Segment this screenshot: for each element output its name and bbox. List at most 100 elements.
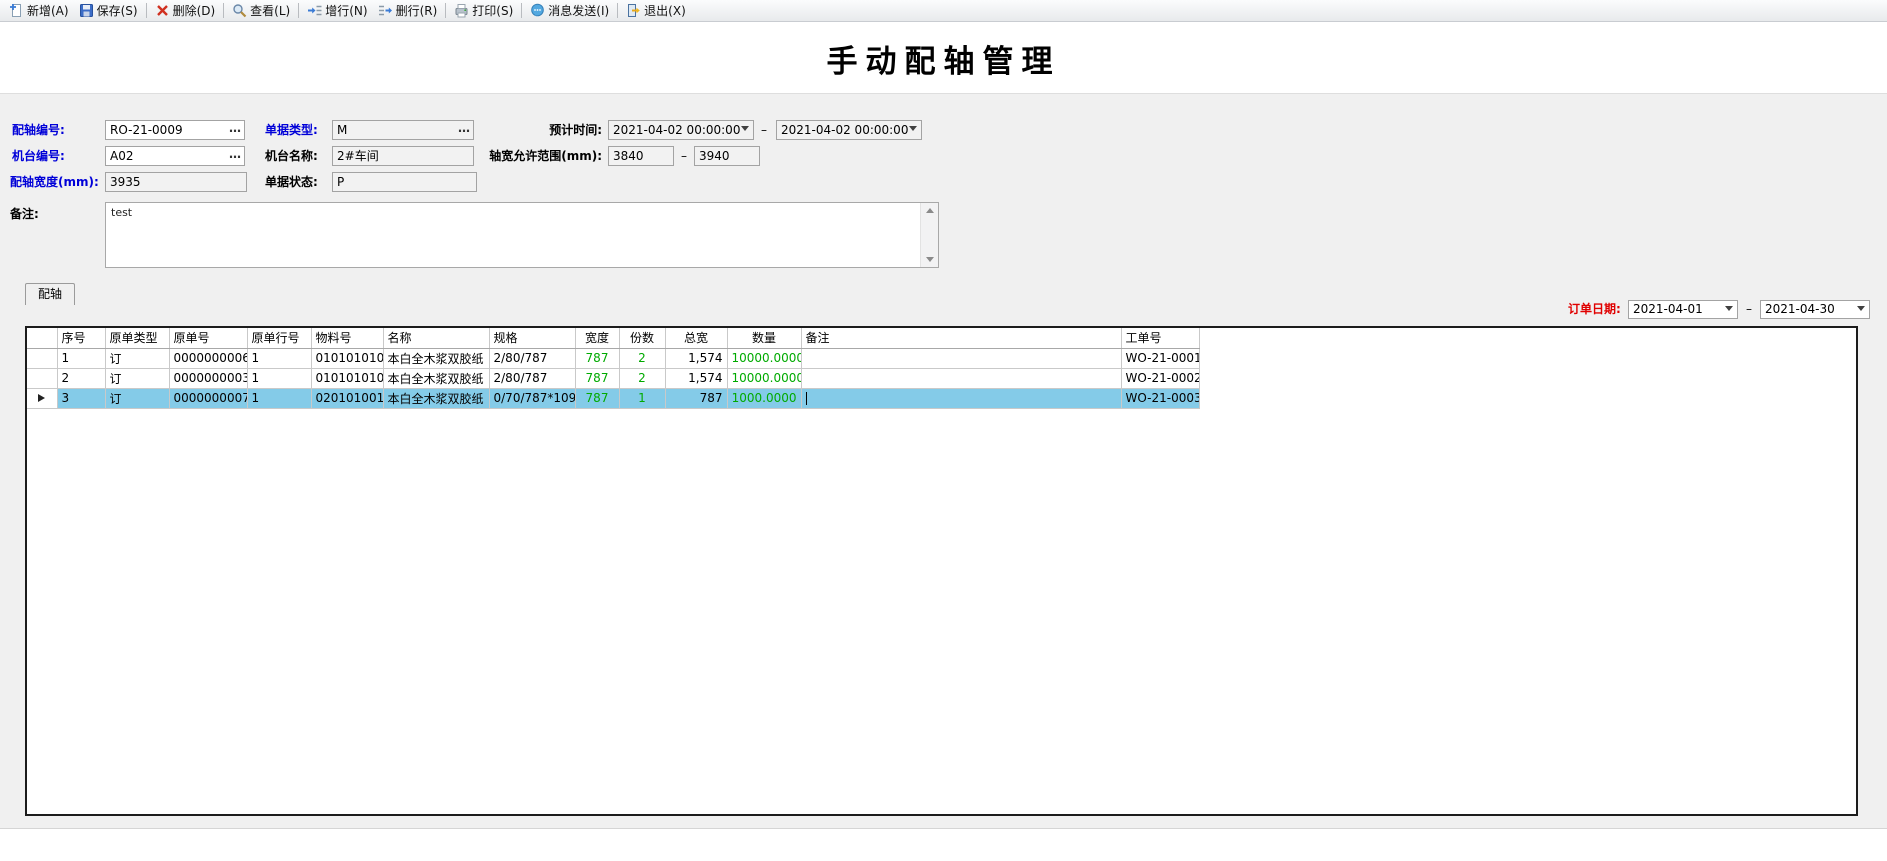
grid-cell[interactable]: 787 bbox=[575, 368, 619, 388]
table-row[interactable]: 3订00000000071020101001本白全木浆双胶纸0/70/787*1… bbox=[27, 388, 1199, 408]
toolbar-button-delete[interactable]: 删除(D) bbox=[150, 1, 221, 20]
toolbar-button-add-row[interactable]: 增行(N) bbox=[302, 1, 372, 20]
grid-cell[interactable]: 0000000006 bbox=[169, 348, 247, 368]
grid-header-cell[interactable]: 宽度 bbox=[575, 328, 619, 348]
grid-cell[interactable]: 1 bbox=[247, 388, 311, 408]
grid-cell[interactable]: 本白全木浆双胶纸 bbox=[383, 388, 489, 408]
toolbar-button-print[interactable]: 打印(S) bbox=[449, 1, 518, 20]
grid-header-cell[interactable]: 序号 bbox=[57, 328, 105, 348]
order-date-from-picker[interactable]: 2021-04-01 bbox=[1628, 300, 1738, 319]
scroll-up-icon[interactable] bbox=[921, 203, 938, 218]
grid-header-cell[interactable]: 规格 bbox=[489, 328, 575, 348]
grid-header-cell[interactable]: 总宽 bbox=[665, 328, 727, 348]
grid-header-cell[interactable]: 工单号 bbox=[1121, 328, 1199, 348]
grid-cell[interactable]: 1,574 bbox=[665, 368, 727, 388]
doc-type-field[interactable]: M … bbox=[332, 120, 474, 140]
grid-cell[interactable] bbox=[801, 368, 1121, 388]
grid-header-cell[interactable]: 备注 bbox=[801, 328, 1121, 348]
machine-no-field[interactable]: A02 … bbox=[105, 146, 245, 166]
grid-cell[interactable]: 787 bbox=[575, 348, 619, 368]
chevron-down-icon[interactable] bbox=[909, 126, 917, 131]
grid-cell[interactable]: 10000.0000 bbox=[727, 348, 801, 368]
tab-peizhou[interactable]: 配轴 bbox=[25, 283, 75, 305]
grid-cell[interactable]: 1,574 bbox=[665, 348, 727, 368]
est-time-from-picker[interactable]: 2021-04-02 00:00:00 bbox=[608, 120, 754, 140]
machine-no-lookup-button[interactable]: … bbox=[229, 146, 242, 163]
grid-cell[interactable]: WO-21-0001 bbox=[1121, 348, 1199, 368]
width-range-max-field[interactable]: 3940 bbox=[694, 146, 760, 166]
machine-name-label: 机台名称: bbox=[265, 146, 318, 166]
grid-header-cell[interactable]: 数量 bbox=[727, 328, 801, 348]
grid-cell[interactable]: 本白全木浆双胶纸 bbox=[383, 368, 489, 388]
grid-cell[interactable]: 0000000007 bbox=[169, 388, 247, 408]
grid-cell[interactable]: 1 bbox=[619, 388, 665, 408]
grid-cell[interactable]: 020101001 bbox=[311, 388, 383, 408]
toolbar-button-save[interactable]: 保存(S) bbox=[74, 1, 143, 20]
chevron-down-icon[interactable] bbox=[1725, 306, 1733, 311]
row-indicator-cell[interactable] bbox=[27, 348, 57, 368]
grid-cell[interactable]: 2 bbox=[619, 368, 665, 388]
grid-header-cell[interactable]: 名称 bbox=[383, 328, 489, 348]
width-range-min-field[interactable]: 3840 bbox=[608, 146, 674, 166]
view-icon bbox=[232, 3, 247, 18]
chevron-down-icon[interactable] bbox=[741, 126, 749, 131]
grid-cell[interactable]: 2/80/787 bbox=[489, 348, 575, 368]
doc-status-field[interactable]: P bbox=[332, 172, 477, 192]
grid-header-cell[interactable]: 原单号 bbox=[169, 328, 247, 348]
toolbar-separator bbox=[445, 3, 446, 18]
grid-header-cell[interactable]: 物料号 bbox=[311, 328, 383, 348]
table-row[interactable]: 2订00000000031010101010本白全木浆双胶纸2/80/78778… bbox=[27, 368, 1199, 388]
doc-type-lookup-button[interactable]: … bbox=[458, 120, 471, 137]
grid-cell[interactable]: 2/80/787 bbox=[489, 368, 575, 388]
grid-cell[interactable]: 787 bbox=[575, 388, 619, 408]
grid-cell[interactable]: 1000.0000 bbox=[727, 388, 801, 408]
grid-cell[interactable] bbox=[801, 348, 1121, 368]
chevron-down-icon[interactable] bbox=[1857, 306, 1865, 311]
grid-cell[interactable]: 10000.0000 bbox=[727, 368, 801, 388]
pz-no-lookup-button[interactable]: … bbox=[229, 120, 242, 137]
grid-cell[interactable]: 2 bbox=[619, 348, 665, 368]
row-indicator-cell[interactable] bbox=[27, 388, 57, 408]
machine-name-field[interactable]: 2#车间 bbox=[332, 146, 474, 166]
remark-scrollbar[interactable] bbox=[920, 203, 938, 267]
toolbar-button-exit[interactable]: 退出(X) bbox=[621, 1, 691, 20]
scroll-down-icon[interactable] bbox=[921, 252, 938, 267]
grid-cell[interactable]: 0/70/787*1092 bbox=[489, 388, 575, 408]
table-row[interactable]: 1订00000000061010101010本白全木浆双胶纸2/80/78778… bbox=[27, 348, 1199, 368]
toolbar-button-label: 退出(X) bbox=[644, 2, 686, 19]
grid-cell[interactable]: 3 bbox=[57, 388, 105, 408]
grid-cell[interactable]: WO-21-0003 bbox=[1121, 388, 1199, 408]
grid-cell[interactable]: 010101010 bbox=[311, 348, 383, 368]
grid-header-cell[interactable]: 原单类型 bbox=[105, 328, 169, 348]
remark-textarea[interactable]: test bbox=[105, 202, 939, 268]
grid-cell[interactable]: 订 bbox=[105, 348, 169, 368]
grid-header-cell[interactable]: 原单行号 bbox=[247, 328, 311, 348]
est-time-to-picker[interactable]: 2021-04-02 00:00:00 bbox=[776, 120, 922, 140]
grid-cell[interactable]: 1 bbox=[247, 348, 311, 368]
grid-cell[interactable]: 订 bbox=[105, 388, 169, 408]
delete-icon bbox=[155, 3, 170, 18]
order-date-to-picker[interactable]: 2021-04-30 bbox=[1760, 300, 1870, 319]
grid-cell[interactable]: 1 bbox=[247, 368, 311, 388]
grid-cell[interactable]: 010101010 bbox=[311, 368, 383, 388]
grid-cell[interactable]: 订 bbox=[105, 368, 169, 388]
pz-no-field[interactable]: RO-21-0009 … bbox=[105, 120, 245, 140]
grid-cell[interactable]: 1 bbox=[57, 348, 105, 368]
grid-cell[interactable]: 787 bbox=[665, 388, 727, 408]
grid-cell[interactable]: 本白全木浆双胶纸 bbox=[383, 348, 489, 368]
toolbar-button-message[interactable]: 消息发送(I) bbox=[525, 1, 614, 20]
toolbar-button-view[interactable]: 查看(L) bbox=[227, 1, 295, 20]
est-time-to-value: 2021-04-02 00:00:00 bbox=[781, 123, 908, 137]
toolbar-button-new[interactable]: 新增(A) bbox=[4, 1, 74, 20]
text-cursor bbox=[806, 392, 807, 405]
grid-header-cell[interactable]: 份数 bbox=[619, 328, 665, 348]
grid-cell[interactable]: 2 bbox=[57, 368, 105, 388]
toolbar-button-delete-row[interactable]: 删行(R) bbox=[373, 1, 443, 20]
order-date-label: 订单日期: bbox=[1568, 299, 1621, 319]
grid-cell[interactable]: 0000000003 bbox=[169, 368, 247, 388]
row-indicator-cell[interactable] bbox=[27, 368, 57, 388]
pz-width-field[interactable]: 3935 bbox=[105, 172, 247, 192]
grid-cell[interactable] bbox=[801, 388, 1121, 408]
grid-cell[interactable]: WO-21-0002 bbox=[1121, 368, 1199, 388]
save-icon bbox=[79, 3, 94, 18]
